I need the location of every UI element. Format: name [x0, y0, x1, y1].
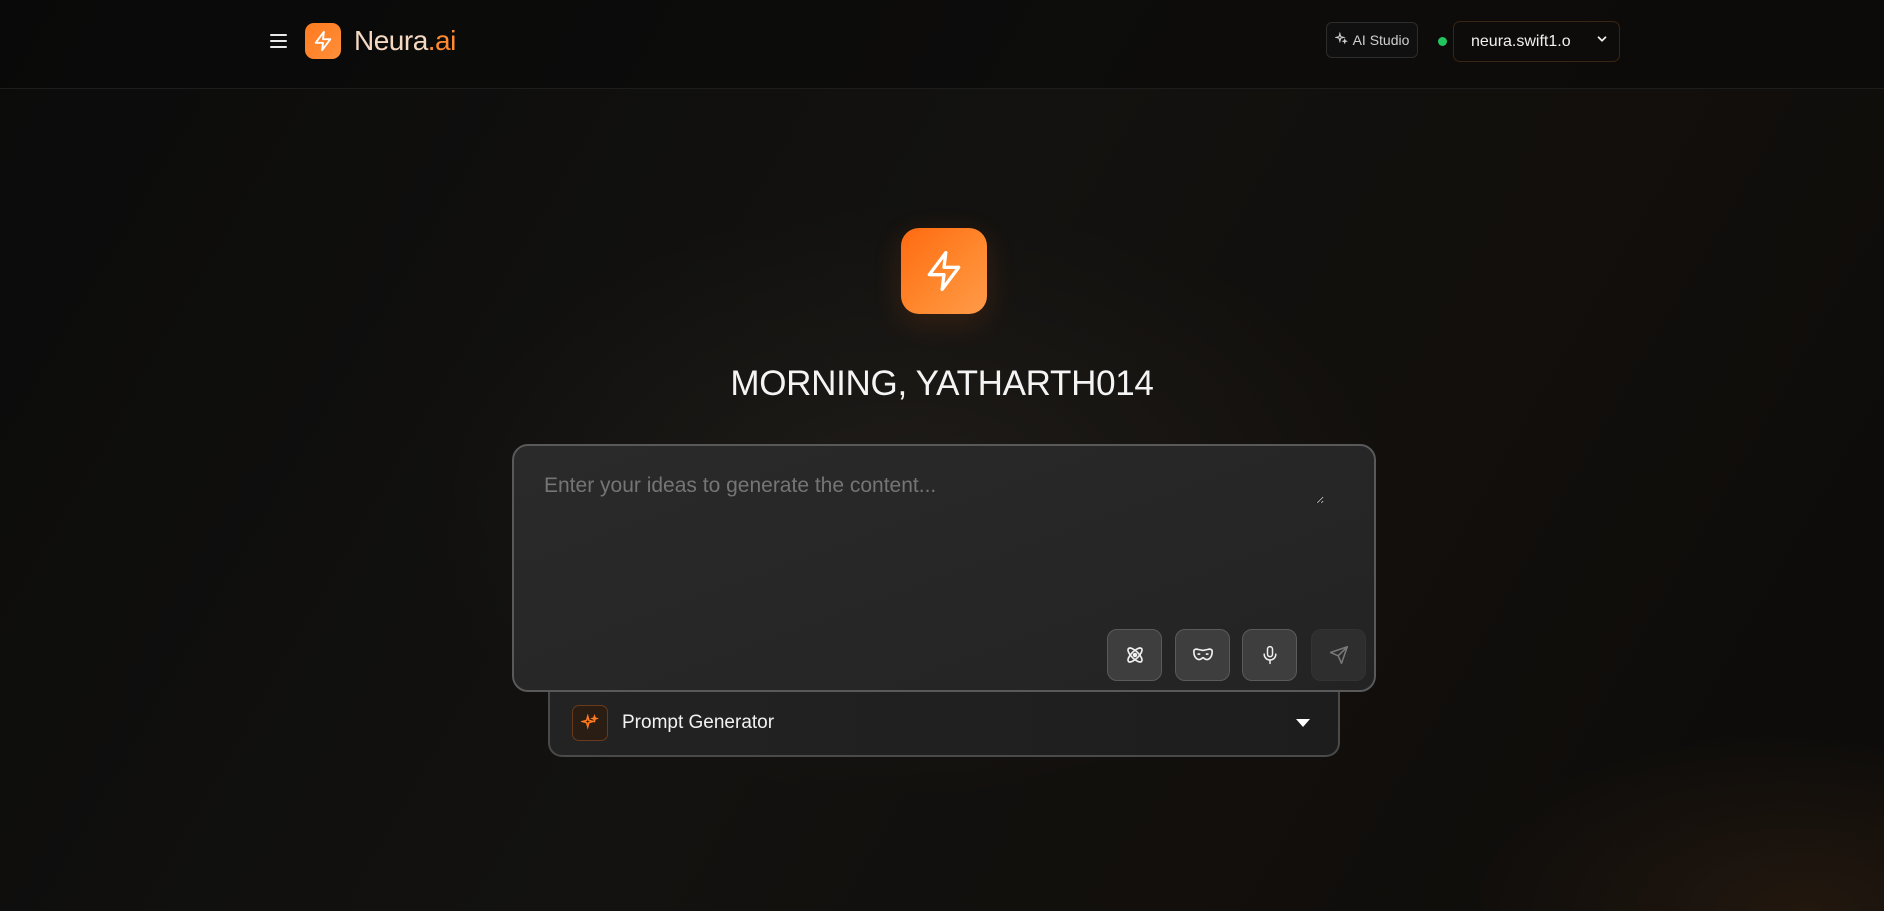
prompt-card — [512, 444, 1376, 692]
brand-name[interactable]: Neura.ai — [354, 24, 456, 58]
microphone-icon[interactable] — [1242, 629, 1297, 681]
top-bar: Neura.ai AI Studio neura.swift1.o — [0, 0, 1884, 89]
prompt-generator-dropdown[interactable]: Prompt Generator — [548, 690, 1340, 757]
ai-studio-label: AI Studio — [1352, 32, 1410, 48]
atom-icon[interactable] — [1107, 629, 1162, 681]
sparkles-icon — [572, 704, 608, 741]
greeting-heading: MORNING, YATHARTH014 — [730, 364, 1154, 403]
status-indicator — [1438, 37, 1447, 46]
model-select-value: neura.swift1.o — [1471, 32, 1571, 50]
prompt-generator-label: Prompt Generator — [622, 711, 775, 733]
chevron-down-icon — [1595, 32, 1609, 51]
sparkles-icon — [1333, 31, 1348, 48]
hamburger-menu-icon[interactable] — [270, 31, 290, 51]
caret-down-icon — [1296, 718, 1310, 727]
brand-name-part1: Neura — [354, 25, 428, 56]
lightning-bolt-icon[interactable] — [305, 23, 341, 59]
lightning-bolt-icon — [901, 228, 987, 314]
prompt-input[interactable] — [544, 474, 1324, 504]
ai-studio-button[interactable]: AI Studio — [1326, 22, 1418, 58]
brand-name-part2: .ai — [427, 25, 457, 56]
send-icon[interactable] — [1311, 629, 1366, 681]
model-select[interactable]: neura.swift1.o — [1453, 21, 1620, 62]
mask-icon[interactable] — [1175, 629, 1230, 681]
